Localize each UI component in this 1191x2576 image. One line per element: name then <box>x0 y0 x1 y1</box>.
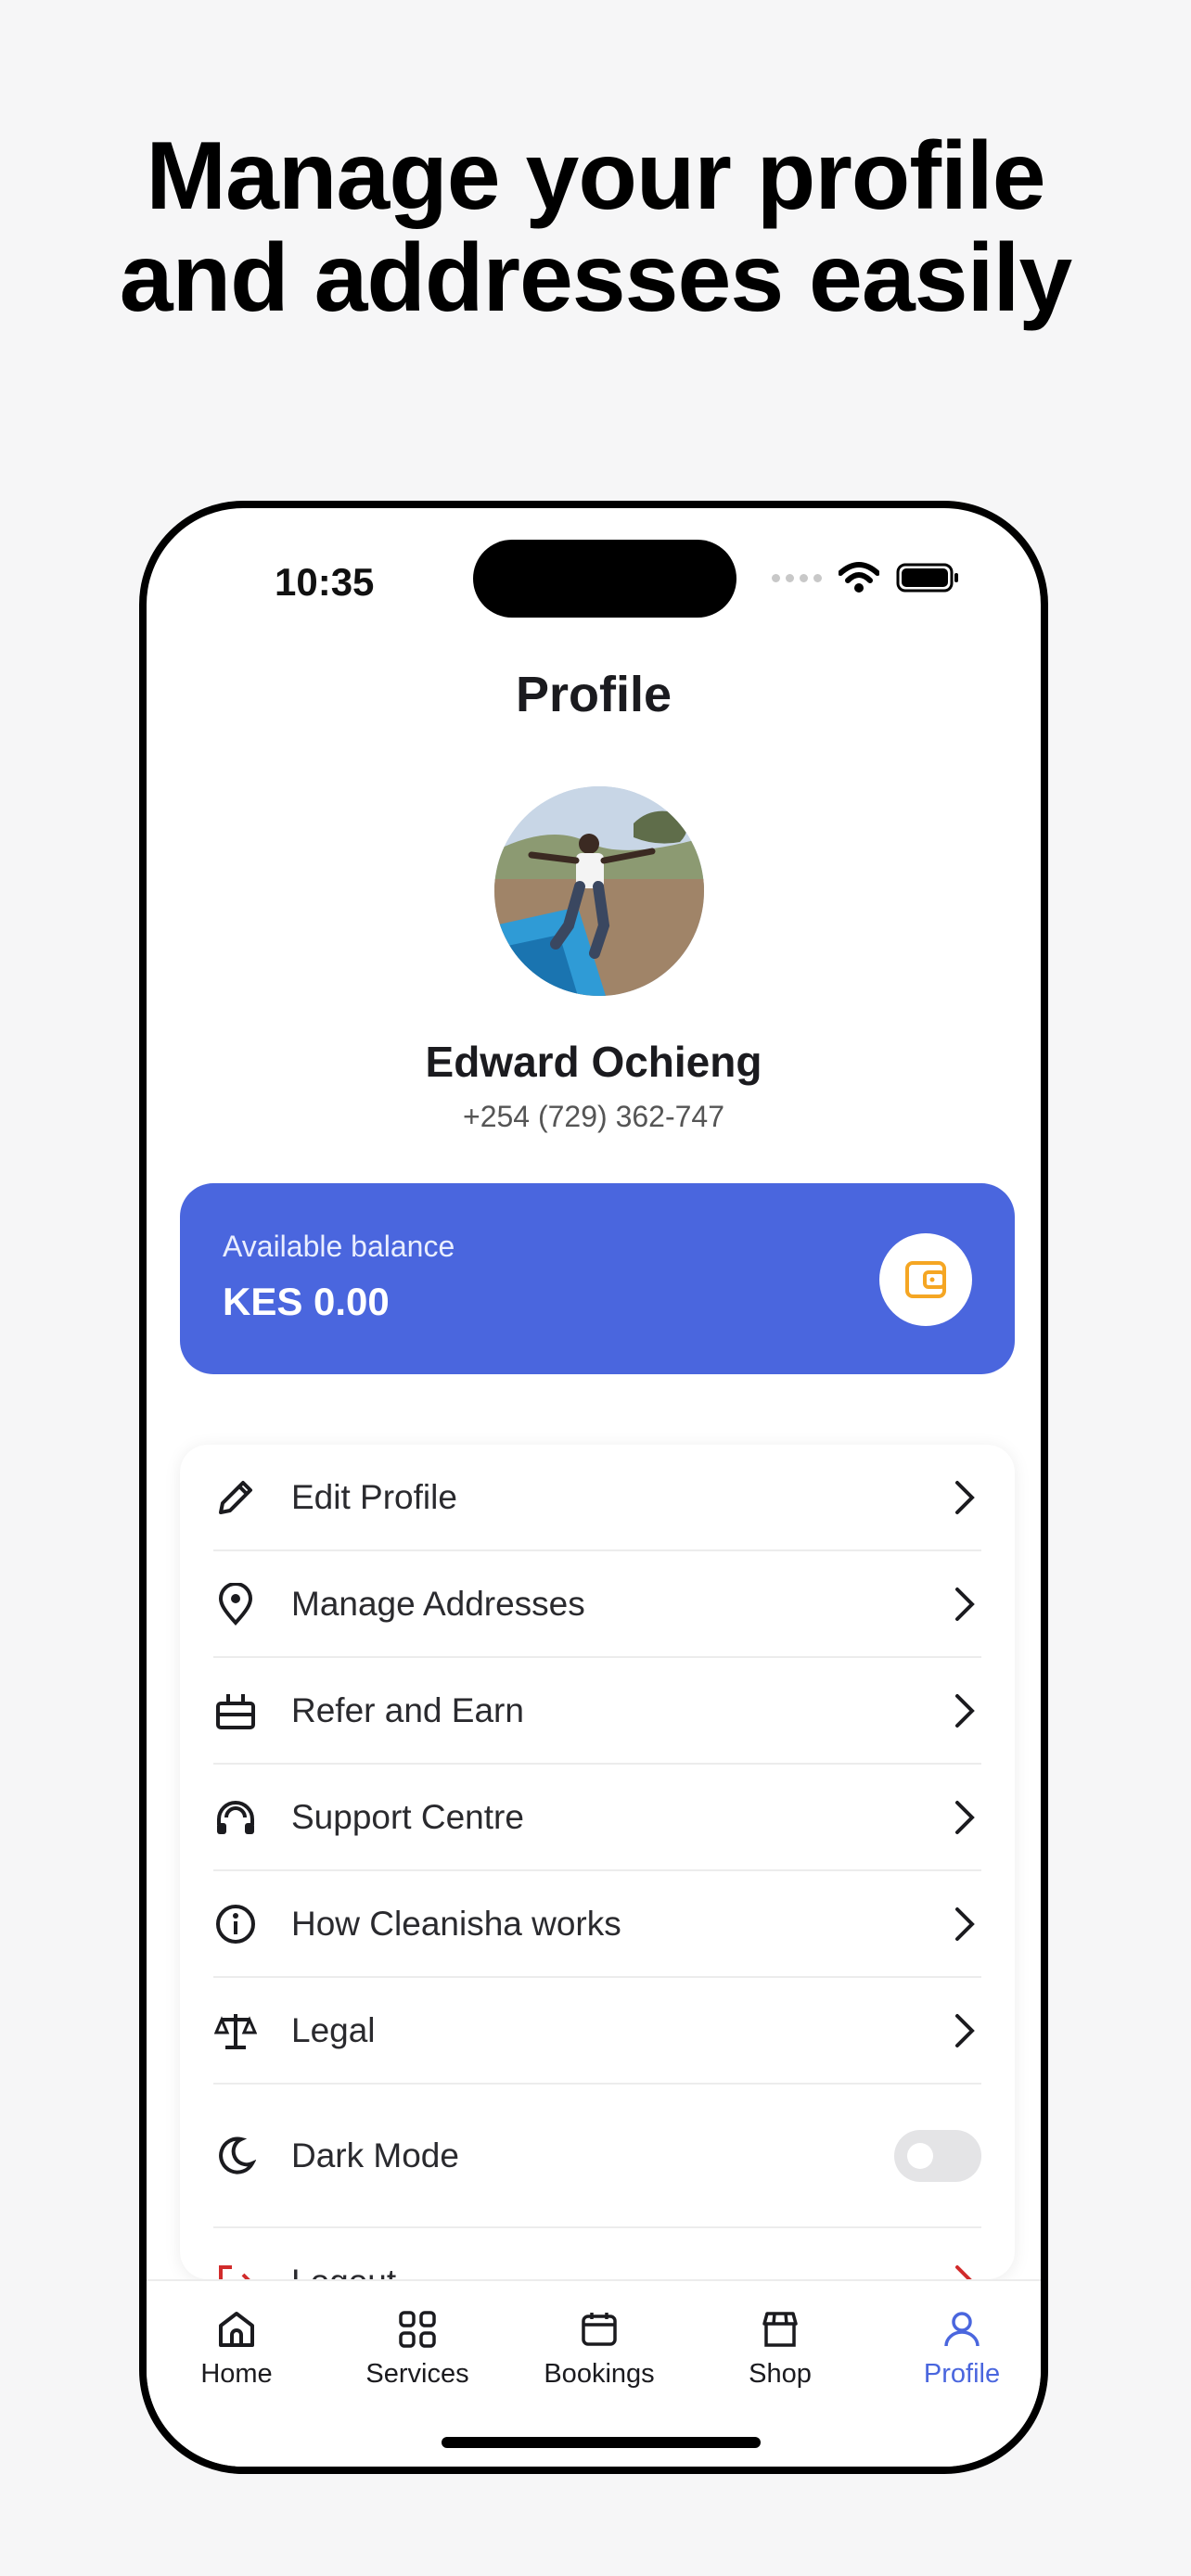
status-time: 10:35 <box>275 560 375 604</box>
chevron-right-icon <box>948 1795 981 1840</box>
tab-label: Bookings <box>544 2359 655 2389</box>
menu-item-dark-mode: Dark Mode <box>213 2085 981 2228</box>
menu-item-label: Support Centre <box>291 1797 524 1836</box>
menu-item-how-it-works[interactable]: How Cleanisha works <box>213 1871 981 1978</box>
balance-value: KES 0.00 <box>223 1280 390 1323</box>
info-icon <box>213 1902 258 1946</box>
tab-label: Home <box>200 2359 273 2389</box>
moon-icon <box>213 2134 258 2178</box>
wallet-icon <box>905 1261 946 1298</box>
settings-menu: Edit Profile Manage Addresses Refer and … <box>180 1445 1015 2301</box>
tab-shop[interactable]: Shop <box>697 2309 864 2390</box>
tab-services[interactable]: Services <box>334 2309 501 2390</box>
phone-frame: 10:35 Profile Edward Ochieng +254 (729) … <box>139 501 1048 2474</box>
menu-item-label: Dark Mode <box>291 2136 459 2174</box>
dark-mode-toggle[interactable] <box>894 2129 981 2182</box>
headline-line-2: and addresses easily <box>119 224 1072 332</box>
wallet-button[interactable] <box>879 1233 972 1326</box>
pencil-icon <box>213 1475 258 1520</box>
dynamic-island <box>473 540 736 618</box>
home-icon <box>219 2312 254 2347</box>
tab-home[interactable]: Home <box>153 2309 320 2390</box>
menu-item-label: How Cleanisha works <box>291 1904 621 1943</box>
avatar[interactable] <box>494 786 704 996</box>
battery-icon <box>896 563 958 593</box>
promo-headline: Manage your profile and addresses easily <box>0 125 1191 329</box>
menu-item-edit-profile[interactable]: Edit Profile <box>213 1445 981 1551</box>
chevron-right-icon <box>948 1582 981 1626</box>
chevron-right-icon <box>948 1475 981 1520</box>
tab-label: Profile <box>923 2359 1001 2389</box>
menu-item-label: Edit Profile <box>291 1477 457 1516</box>
menu-item-label: Manage Addresses <box>291 1584 585 1623</box>
menu-item-label: Legal <box>291 2010 376 2049</box>
headset-icon <box>213 1795 258 1840</box>
page-title: Profile <box>515 667 672 722</box>
location-pin-icon <box>213 1582 258 1626</box>
menu-item-support-centre[interactable]: Support Centre <box>213 1765 981 1871</box>
menu-item-refer-and-earn[interactable]: Refer and Earn <box>213 1658 981 1765</box>
balance-card[interactable]: Available balance KES 0.00 <box>180 1183 1015 1374</box>
scale-icon <box>213 2009 258 2053</box>
tab-profile[interactable]: Profile <box>878 2309 1041 2390</box>
user-name: Edward Ochieng <box>425 1038 762 1086</box>
grid-icon <box>399 2311 436 2348</box>
user-icon <box>944 2312 980 2347</box>
signal-dots-icon <box>772 573 822 582</box>
chevron-right-icon <box>948 1902 981 1946</box>
wifi-icon <box>839 562 879 593</box>
menu-item-label: Refer and Earn <box>291 1690 524 1729</box>
store-icon <box>762 2312 798 2347</box>
tab-label: Shop <box>749 2359 812 2389</box>
status-icons <box>772 562 961 593</box>
headline-line-1: Manage your profile <box>146 122 1045 230</box>
menu-item-manage-addresses[interactable]: Manage Addresses <box>213 1551 981 1658</box>
calendar-icon <box>582 2313 617 2346</box>
balance-label: Available balance <box>223 1230 455 1263</box>
user-phone: +254 (729) 362-747 <box>463 1100 724 1133</box>
chevron-right-icon <box>948 2009 981 2053</box>
gift-icon <box>213 1689 258 1733</box>
menu-item-legal[interactable]: Legal <box>213 1978 981 2085</box>
tab-bookings[interactable]: Bookings <box>516 2309 683 2390</box>
chevron-right-icon <box>948 1689 981 1733</box>
home-indicator <box>442 2437 761 2448</box>
tab-label: Services <box>365 2359 469 2389</box>
